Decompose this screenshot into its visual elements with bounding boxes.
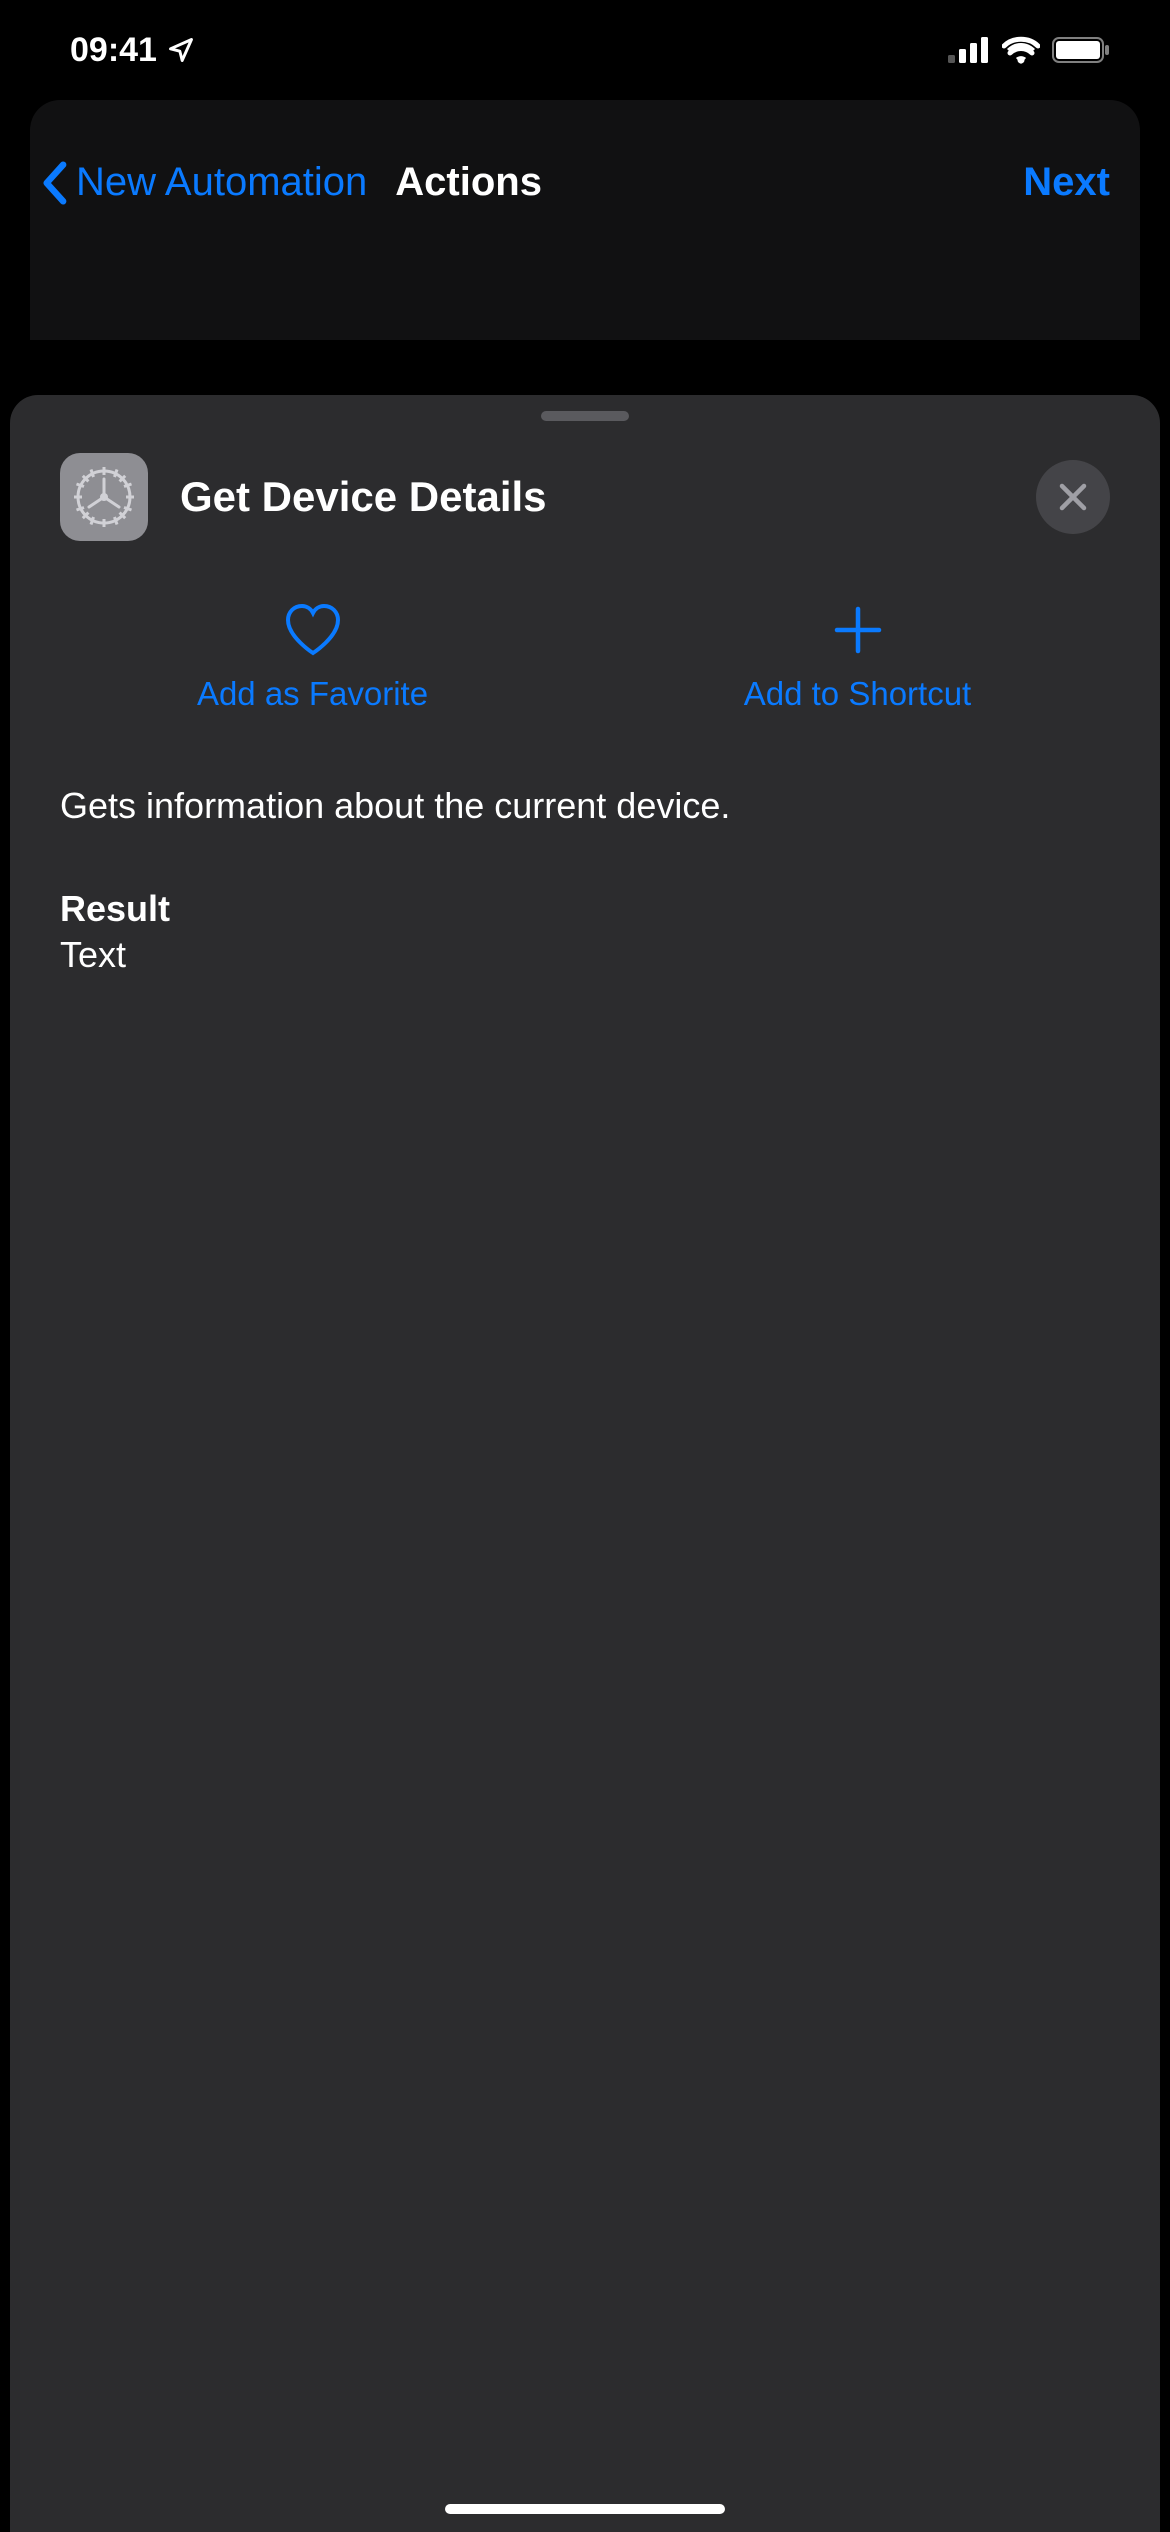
next-button[interactable]: Next: [1023, 160, 1110, 205]
back-label: New Automation: [76, 160, 367, 205]
chevron-left-icon: [40, 161, 68, 205]
actions-row: Add as Favorite Add to Shortcut: [10, 601, 1160, 713]
sheet-title: Get Device Details: [180, 473, 1004, 521]
page-title: Actions: [395, 160, 542, 205]
add-shortcut-button[interactable]: Add to Shortcut: [585, 601, 1130, 713]
status-indicators: [948, 36, 1110, 64]
sheet-header: Get Device Details: [10, 453, 1160, 541]
cellular-icon: [948, 37, 990, 63]
close-icon: [1058, 482, 1088, 512]
wifi-icon: [1002, 36, 1040, 64]
nav-panel: New Automation Actions Next: [30, 100, 1140, 340]
sheet-grabber[interactable]: [541, 411, 629, 421]
add-favorite-button[interactable]: Add as Favorite: [40, 601, 585, 713]
gear-icon: [74, 467, 134, 527]
favorite-label: Add as Favorite: [197, 675, 428, 713]
settings-app-icon: [60, 453, 148, 541]
plus-icon: [833, 605, 883, 655]
home-indicator[interactable]: [445, 2504, 725, 2514]
action-description: Gets information about the current devic…: [10, 783, 1160, 828]
heart-icon: [282, 603, 344, 657]
back-button[interactable]: New Automation: [40, 160, 367, 205]
battery-icon: [1052, 37, 1110, 63]
action-sheet: Get Device Details Add as Favorite: [10, 395, 1160, 2532]
close-button[interactable]: [1036, 460, 1110, 534]
time-label: 09:41: [70, 31, 157, 70]
location-icon: [167, 36, 195, 64]
status-time: 09:41: [70, 31, 195, 70]
result-value: Text: [60, 934, 1110, 976]
status-bar: 09:41: [0, 0, 1170, 100]
result-heading: Result: [60, 888, 1110, 930]
shortcut-label: Add to Shortcut: [744, 675, 971, 713]
result-section: Result Text: [10, 888, 1160, 976]
